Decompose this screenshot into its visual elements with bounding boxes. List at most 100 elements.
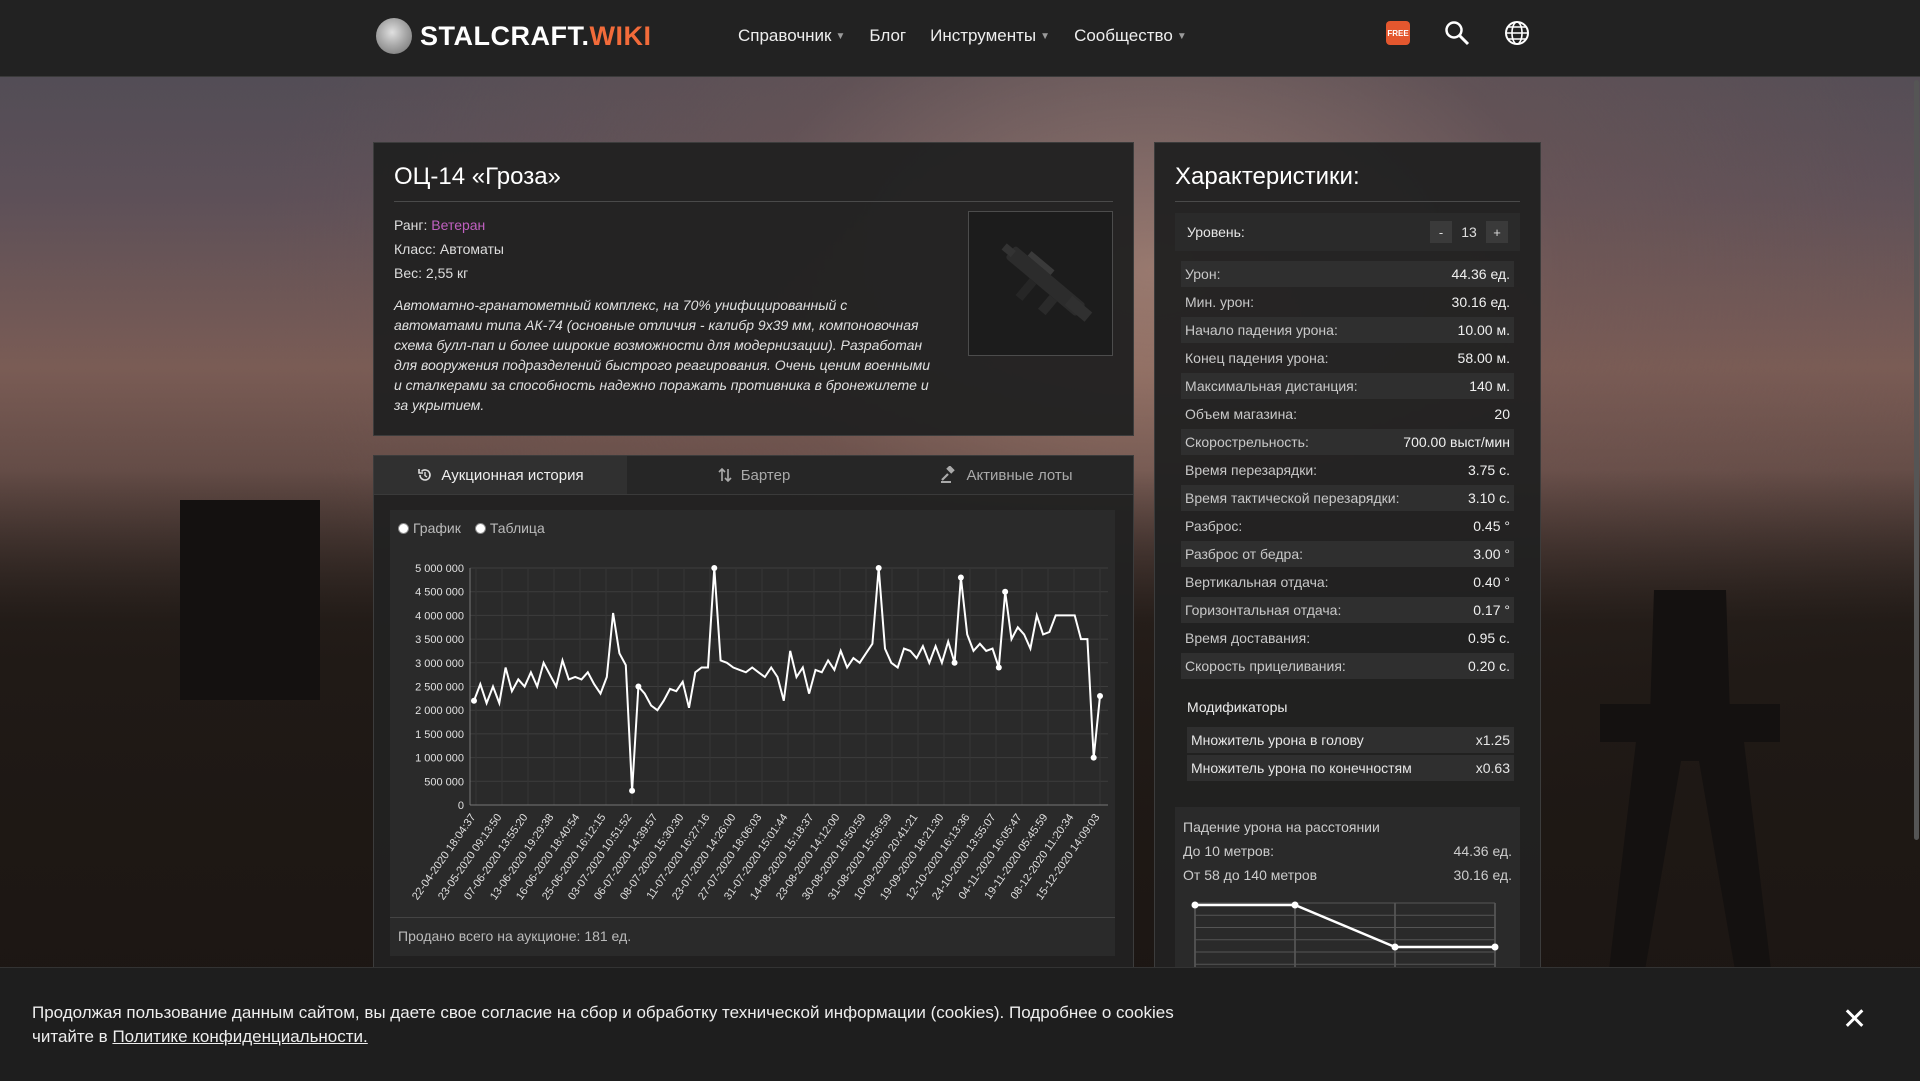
level-plus-button[interactable]: + — [1486, 221, 1508, 243]
stat-label: Скорость прицеливания: — [1185, 658, 1346, 674]
stat-row: Скорострельность: 700.00 выст/мин — [1181, 429, 1514, 455]
stat-value: 30.16 ед. — [1451, 294, 1510, 310]
stat-row: Время доставания: 0.95 с. — [1181, 625, 1514, 651]
top-navbar: STALCRAFT.WIKI Справочник ▼ Блог Инструме… — [0, 0, 1920, 77]
cookie-banner: Продолжая пользование данным сайтом, вы … — [0, 967, 1920, 1081]
level-selector: Уровень: - 13 + — [1175, 213, 1520, 251]
item-class: Класс: Автоматы — [394, 241, 504, 257]
scrollbar[interactable] — [1914, 80, 1919, 840]
search-icon[interactable] — [1444, 20, 1470, 46]
stat-value: 0.95 с. — [1467, 630, 1510, 646]
stat-value: 58.00 м. — [1457, 350, 1510, 366]
stat-label: Конец падения урона: — [1185, 350, 1329, 366]
stat-row: Конец падения урона: 58.00 м. — [1181, 345, 1514, 371]
falloff-line — [1195, 903, 1495, 949]
data-point — [471, 697, 477, 704]
y-tick-label: 0 — [458, 800, 464, 812]
stat-row: Объем магазина: 20 — [1181, 401, 1514, 427]
logo-icon — [376, 18, 412, 54]
stat-value: 3.75 с. — [1467, 462, 1510, 478]
item-properties: Ранг: Ветеран Класс: Автоматы Вес: 2,55 … — [394, 213, 504, 285]
falloff-point — [1291, 901, 1299, 909]
close-icon[interactable]: ✕ — [1842, 1005, 1867, 1035]
tab-auction-history[interactable]: Аукционная история — [374, 456, 627, 494]
data-point — [1090, 754, 1097, 761]
stat-value: 0.17 ° — [1473, 602, 1510, 618]
rifle-icon — [1001, 243, 1093, 322]
tab-barter[interactable]: Бартер — [627, 456, 880, 494]
background-tower-left — [180, 500, 320, 700]
site-logo[interactable]: STALCRAFT.WIKI — [376, 18, 651, 54]
y-tick-label: 2 500 000 — [415, 682, 464, 694]
data-point — [1097, 692, 1103, 699]
stat-label: Мин. урон: — [1185, 294, 1255, 310]
stat-label: Урон: — [1185, 266, 1221, 282]
y-tick-label: 4 000 000 — [415, 610, 464, 622]
stat-list: Урон: 44.36 ед. Мин. урон: 30.16 ед. Начало … — [1181, 261, 1514, 681]
stat-label: Вертикальная отдача: — [1185, 574, 1329, 590]
stats-title: Характеристики: — [1175, 163, 1360, 190]
stat-value: 140 м. — [1469, 378, 1510, 394]
stat-label: Объем магазина: — [1185, 406, 1297, 422]
modifier-label: Множитель урона по конечностям — [1191, 760, 1412, 776]
data-point — [629, 787, 636, 794]
stat-value: 20 — [1494, 406, 1510, 422]
divider — [1175, 201, 1520, 202]
caret-down-icon: ▼ — [835, 30, 846, 42]
stat-value: 3.10 с. — [1467, 490, 1510, 506]
data-point — [1002, 588, 1009, 595]
stat-row: Урон: 44.36 ед. — [1181, 261, 1514, 287]
data-point — [635, 683, 642, 690]
divider — [390, 917, 1115, 918]
modifiers-title: Модификаторы — [1187, 699, 1288, 715]
stat-row: Начало падения урона: 10.00 м. — [1181, 317, 1514, 343]
divider — [394, 201, 1113, 202]
y-tick-label: 500 000 — [424, 776, 464, 788]
stats-panel: Характеристики: Уровень: - 13 + Урон: 44.… — [1154, 142, 1541, 1007]
nav-item-tools[interactable]: Инструменты ▼ — [930, 26, 1050, 46]
stat-row: Скорость прицеливания: 0.20 с. — [1181, 653, 1514, 679]
item-title: ОЦ-14 «Гроза» — [394, 163, 561, 190]
modifier-row: Множитель урона по конечностям x0.63 — [1187, 755, 1514, 781]
free-icon[interactable]: FREE — [1386, 21, 1410, 45]
stat-row: Время тактической перезарядки: 3.10 с. — [1181, 485, 1514, 511]
sold-total: Продано всего на аукционе: 181 ед. — [398, 928, 632, 944]
stat-value: 10.00 м. — [1457, 322, 1510, 338]
data-point — [875, 565, 882, 571]
stat-label: Горизонтальная отдача: — [1185, 602, 1342, 618]
data-point — [951, 659, 958, 666]
privacy-policy-link[interactable]: Политике конфиденциальности. — [112, 1027, 367, 1046]
level-minus-button[interactable]: - — [1430, 221, 1452, 243]
stat-value: 44.36 ед. — [1451, 266, 1510, 282]
tab-bar: Аукционная история Бартер Активные лоты — [374, 456, 1133, 495]
stat-row: Время перезарядки: 3.75 с. — [1181, 457, 1514, 483]
modifier-row: Множитель урона в голову x1.25 — [1187, 727, 1514, 753]
stat-value: 700.00 выст/мин — [1403, 434, 1510, 450]
gavel-icon — [941, 466, 956, 483]
y-tick-label: 1 500 000 — [415, 729, 464, 741]
stat-row: Разброс от бедра: 3.00 ° — [1181, 541, 1514, 567]
item-weight: Вес: 2,55 кг — [394, 265, 469, 281]
stat-label: Разброс: — [1185, 518, 1243, 534]
chart-container: График Таблица 5 000 000 4 500 000 4 000 0… — [390, 510, 1115, 956]
caret-down-icon: ▼ — [1176, 30, 1187, 42]
stat-value: 0.20 с. — [1467, 658, 1510, 674]
falloff-point — [1191, 901, 1199, 909]
history-icon — [418, 469, 432, 481]
y-tick-label: 2 000 000 — [415, 705, 464, 717]
nav-item-reference[interactable]: Справочник ▼ — [738, 26, 845, 46]
data-point — [995, 664, 1002, 671]
stat-label: Разброс от бедра: — [1185, 546, 1303, 562]
nav-item-blog[interactable]: Блог — [869, 26, 906, 46]
tab-active-lots[interactable]: Активные лоты — [880, 456, 1133, 494]
modifier-value: x0.63 — [1475, 760, 1510, 776]
stat-label: Время перезарядки: — [1185, 462, 1318, 478]
main-nav: Справочник ▼ Блог Инструменты ▼ Сообщество… — [738, 26, 1187, 46]
y-tick-label: 3 000 000 — [415, 658, 464, 670]
stat-label: Начало падения урона: — [1185, 322, 1338, 338]
globe-icon[interactable] — [1504, 20, 1530, 46]
stat-label: Время доставания: — [1185, 630, 1311, 646]
stat-label: Время тактической перезарядки: — [1185, 490, 1400, 506]
stat-label: Скорострельность: — [1185, 434, 1309, 450]
nav-item-community[interactable]: Сообщество ▼ — [1074, 26, 1187, 46]
